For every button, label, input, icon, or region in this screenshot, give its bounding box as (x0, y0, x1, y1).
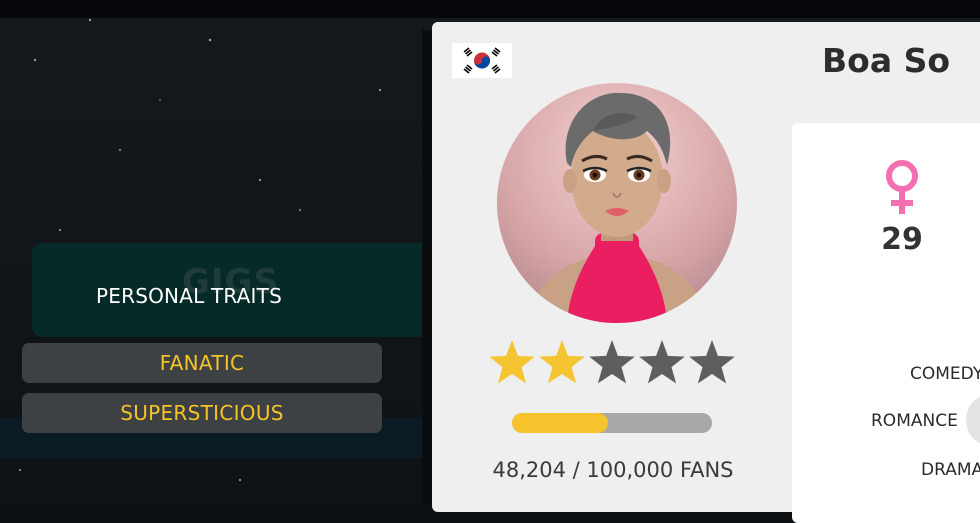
genre-drama: DRAMA (921, 460, 980, 480)
fans-progress-bar (512, 413, 712, 433)
star-empty-icon (639, 340, 685, 384)
south-korea-flag-icon (452, 43, 512, 78)
star-empty-icon (689, 340, 735, 384)
rating-stars (489, 340, 735, 384)
fans-counter: 48,204 / 100,000 FANS (480, 458, 746, 482)
trait-superstitious: SUPERSTICIOUS (22, 393, 382, 433)
fans-separator: / (572, 458, 580, 482)
personal-traits-title: PERSONAL TRAITS (96, 284, 282, 308)
star-filled-icon (489, 340, 535, 384)
top-bar (0, 0, 980, 18)
star-filled-icon (539, 340, 585, 384)
fans-suffix: FANS (679, 458, 734, 482)
character-name: Boa So (822, 41, 951, 80)
star-empty-icon (589, 340, 635, 384)
genre-romance: ROMANCE (871, 411, 958, 431)
fans-goal: 100,000 (586, 458, 674, 482)
fans-progress-fill (512, 413, 609, 433)
character-avatar (497, 83, 737, 323)
trait-fanatic: FANATIC (22, 343, 382, 383)
fans-current: 48,204 (492, 458, 566, 482)
character-age: 29 (881, 222, 923, 257)
female-icon (883, 158, 921, 216)
genre-comedy: COMEDY (910, 364, 980, 384)
